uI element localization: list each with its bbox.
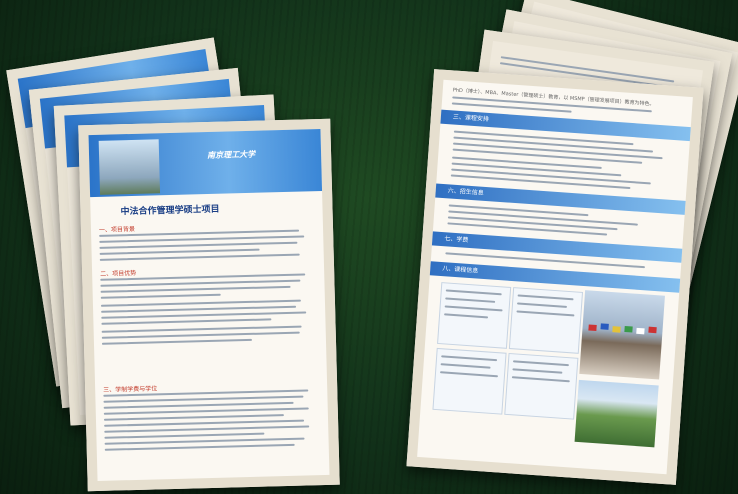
program-title: 中法合作管理学硕士项目 — [120, 204, 220, 218]
section-heading-tuition: 七、学费 — [444, 235, 469, 244]
course-box-1 — [437, 282, 512, 349]
flags-photo — [579, 290, 665, 380]
course-box-4 — [504, 352, 579, 420]
building-photo — [98, 139, 161, 195]
section-heading-2: 二、项目优势 — [100, 269, 137, 278]
campus-garden-photo — [574, 379, 659, 448]
section-heading-3: 三、学制学费与学位 — [103, 385, 158, 394]
brochure-photo-scene: 南京理工大学 南京理工大学 中法合作管理学硕士项目 一、项目背景 二、项目优势 … — [0, 0, 738, 494]
left-front-brochure: 南京理工大学 中法合作管理学硕士项目 一、项目背景 二、项目优势 三、学制学费与… — [78, 118, 340, 492]
right-front-brochure: PhD（博士）、MBA、Master（管理硕士）教育，以 MSMP（管理发展项目… — [406, 69, 704, 485]
course-box-3 — [432, 347, 507, 415]
university-logo-text: 南京理工大学 — [206, 148, 256, 160]
course-box-2 — [508, 287, 584, 354]
section-heading-1: 一、项目背景 — [98, 225, 136, 234]
